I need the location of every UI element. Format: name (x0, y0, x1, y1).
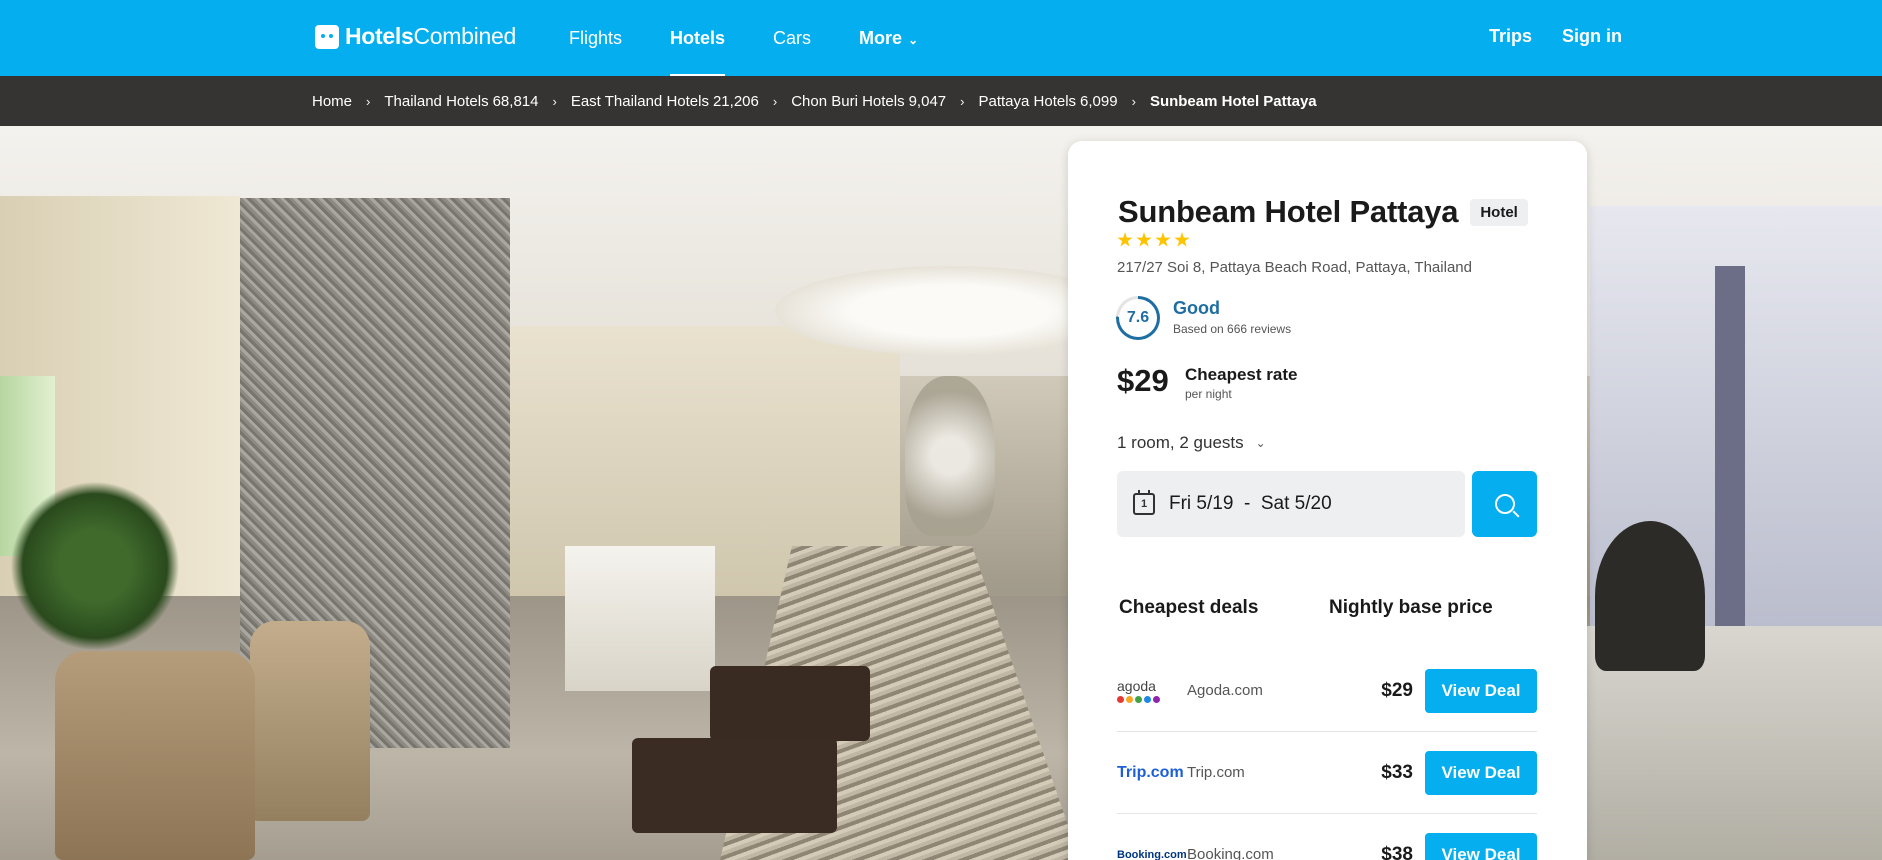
chevron-right-icon: › (552, 93, 557, 109)
breadcrumb-home[interactable]: Home (312, 93, 352, 110)
breadcrumb-east-thailand[interactable]: East Thailand Hotels 21,206 (571, 93, 759, 110)
hotel-hero-photo[interactable] (0, 126, 1882, 860)
logo-text: HotelsCombined (345, 23, 516, 49)
agoda-logo: agoda (1117, 679, 1187, 703)
breadcrumb-pattaya[interactable]: Pattaya Hotels 6,099 (978, 93, 1117, 110)
review-score-label[interactable]: Good (1173, 298, 1220, 319)
nav-cars[interactable]: Cars (749, 0, 835, 76)
deal-row-trip[interactable]: Trip.com Trip.com $33 View Deal (1117, 732, 1537, 814)
hotel-name: Sunbeam Hotel Pattaya (1118, 194, 1459, 229)
chevron-right-icon: › (1131, 93, 1136, 109)
star-icon (1174, 232, 1190, 247)
deal-provider: Trip.com (1187, 764, 1245, 781)
hotel-title-row: Sunbeam Hotel Pattaya Hotel (1118, 194, 1528, 230)
view-deal-button[interactable]: View Deal (1425, 832, 1537, 860)
deal-provider: Booking.com (1187, 846, 1274, 860)
trips-link[interactable]: Trips (1489, 26, 1532, 47)
breadcrumb-bar: Home › Thailand Hotels 68,814 › East Thai… (0, 76, 1882, 126)
deal-price: $38 (1381, 843, 1413, 860)
guests-value: 1 room, 2 guests (1117, 433, 1244, 452)
search-icon (1494, 494, 1515, 514)
nightly-base-price-heading: Nightly base price (1329, 597, 1493, 618)
top-navigation-bar: HotelsCombined Flights Hotels Cars More ⌄… (0, 0, 1882, 76)
star-icon (1117, 232, 1133, 247)
breadcrumb-current: Sunbeam Hotel Pattaya (1149, 92, 1317, 110)
hotelscombined-logo[interactable]: HotelsCombined (315, 23, 516, 50)
deal-row-booking[interactable]: Booking.com Booking.com $38 View Deal (1117, 814, 1537, 860)
view-deal-button[interactable]: View Deal (1425, 668, 1537, 713)
chevron-right-icon: › (366, 93, 371, 109)
logo-icon (315, 24, 339, 49)
chevron-down-icon: ⌄ (1255, 436, 1266, 450)
breadcrumb: Home › Thailand Hotels 68,814 › East Thai… (312, 76, 1317, 126)
date-range-picker[interactable]: 1 Fri 5/19 - Sat 5/20 (1117, 471, 1465, 537)
nav-hotels[interactable]: Hotels (646, 0, 749, 76)
hotel-info-card: Sunbeam Hotel Pattaya Hotel 217/27 Soi 8… (1068, 141, 1587, 860)
search-button[interactable] (1472, 471, 1537, 537)
review-score: 7.6 (1119, 299, 1157, 337)
account-links: Trips Sign in (1489, 0, 1622, 72)
breadcrumb-thailand[interactable]: Thailand Hotels 68,814 (384, 93, 538, 110)
star-rating (1117, 232, 1190, 248)
nav-flights[interactable]: Flights (545, 0, 646, 76)
deal-price: $33 (1381, 761, 1413, 783)
cheapest-price: $29 (1117, 363, 1169, 398)
hotel-address: 217/27 Soi 8, Pattaya Beach Road, Pattay… (1117, 259, 1472, 276)
cheapest-deals-heading: Cheapest deals (1119, 597, 1259, 618)
calendar-icon: 1 (1133, 490, 1155, 515)
per-night-label: per night (1185, 387, 1232, 401)
chevron-right-icon: › (772, 93, 778, 109)
view-deal-button[interactable]: View Deal (1425, 750, 1537, 795)
main-nav: Flights Hotels Cars More ⌄ (545, 0, 942, 76)
chevron-down-icon: ⌄ (908, 33, 919, 47)
cheapest-rate-label: Cheapest rate (1185, 365, 1298, 384)
deal-row-agoda[interactable]: agoda Agoda.com $29 View Deal (1117, 650, 1537, 732)
star-icon (1136, 232, 1152, 247)
sign-in-link[interactable]: Sign in (1562, 26, 1622, 47)
property-type-badge: Hotel (1470, 198, 1528, 226)
chevron-right-icon: › (960, 93, 965, 109)
deal-provider: Agoda.com (1187, 682, 1263, 699)
booking-logo: Booking.com (1117, 848, 1187, 860)
guests-selector[interactable]: 1 room, 2 guests ⌄ (1117, 433, 1266, 453)
trip-logo: Trip.com (1117, 763, 1184, 781)
deal-price: $29 (1381, 679, 1413, 701)
star-icon (1155, 232, 1171, 247)
review-score-badge[interactable]: 7.6 (1116, 296, 1160, 340)
review-count: Based on 666 reviews (1173, 322, 1292, 336)
nav-more[interactable]: More ⌄ (835, 0, 942, 76)
date-range-value: Fri 5/19 - Sat 5/20 (1169, 493, 1332, 514)
breadcrumb-chon-buri[interactable]: Chon Buri Hotels 9,047 (791, 93, 946, 110)
